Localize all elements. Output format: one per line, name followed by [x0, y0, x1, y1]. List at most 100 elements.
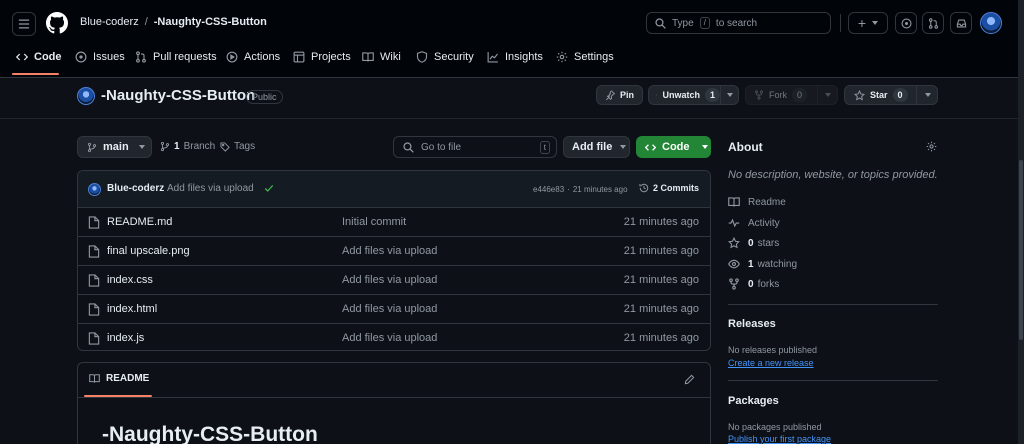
tab-label: Security — [434, 51, 474, 63]
file-name[interactable]: index.html — [107, 303, 157, 315]
branches-link[interactable]: 1 Branch — [160, 141, 215, 152]
tab-wiki[interactable]: Wiki — [362, 46, 401, 68]
file-commit-message[interactable]: Add files via upload — [342, 303, 437, 315]
table-row[interactable]: README.md Initial commit 21 minutes ago — [78, 208, 710, 237]
file-name[interactable]: index.js — [107, 332, 144, 344]
fork-count: 0 — [792, 88, 808, 102]
pin-icon — [605, 90, 615, 100]
readme-heading: -Naughty-CSS-Button — [102, 423, 318, 444]
activity-link-label: Activity — [748, 217, 780, 229]
repo-owner-avatar[interactable] — [77, 87, 95, 105]
go-to-file-shortcut: t — [539, 141, 550, 154]
inbox-button[interactable] — [950, 12, 972, 34]
releases-title[interactable]: Releases — [728, 318, 776, 330]
commit-age: 21 minutes ago — [572, 185, 628, 194]
create-release-link[interactable]: Create a new release — [728, 358, 814, 368]
branch-label: Branch — [183, 141, 216, 152]
fork-button[interactable]: Fork 0 — [745, 85, 838, 105]
fork-label: Fork — [769, 90, 787, 100]
file-name[interactable]: README.md — [107, 216, 172, 228]
tab-issues[interactable]: Issues — [75, 46, 125, 68]
commit-hash[interactable]: e446e83 — [533, 185, 564, 194]
go-to-file-placeholder: Go to file — [421, 141, 462, 153]
activity-link[interactable]: Activity — [728, 217, 780, 229]
table-row[interactable]: index.html Add files via upload 21 minut… — [78, 295, 710, 324]
search-placeholder-suffix: to search — [715, 17, 758, 29]
publish-package-link[interactable]: Publish your first package — [728, 434, 831, 444]
forks-link[interactable]: 0 forks — [728, 278, 779, 290]
commits-history-link[interactable]: 2 Commits — [639, 183, 699, 193]
commit-author-avatar[interactable] — [88, 183, 101, 196]
book-icon — [728, 197, 740, 207]
tab-projects[interactable]: Projects — [293, 46, 351, 68]
table-row[interactable]: final upscale.png Add files via upload 2… — [78, 237, 710, 266]
issues-shortcut-button[interactable] — [895, 12, 917, 34]
repo-forked-icon — [729, 278, 739, 290]
search-shortcut-key: / — [699, 17, 710, 29]
tab-settings[interactable]: Settings — [556, 46, 614, 68]
add-file-button[interactable]: Add file — [563, 136, 630, 158]
watching-link[interactable]: 1 watching — [728, 258, 797, 270]
stars-link[interactable]: 0 stars — [728, 237, 779, 249]
pencil-icon[interactable] — [684, 374, 695, 385]
create-new-button[interactable]: + — [848, 12, 888, 34]
file-age: 21 minutes ago — [623, 245, 699, 257]
code-button[interactable]: Code — [636, 136, 711, 158]
file-commit-message[interactable]: Initial commit — [342, 216, 406, 228]
go-to-file-input[interactable]: Go to file t — [393, 136, 557, 158]
page-scrollbar[interactable] — [1018, 0, 1024, 444]
tab-pull-requests[interactable]: Pull requests — [135, 46, 217, 68]
gear-icon[interactable] — [926, 141, 937, 152]
pull-request-icon — [136, 51, 146, 63]
scrollbar-thumb[interactable] — [1019, 160, 1023, 340]
user-avatar[interactable] — [980, 12, 1002, 34]
tab-label: Wiki — [380, 51, 401, 63]
repo-title[interactable]: -Naughty-CSS-Button — [101, 87, 255, 104]
branch-selector[interactable]: main — [77, 136, 152, 158]
readme-link[interactable]: Readme — [728, 196, 786, 208]
latest-commit-bar: Blue-coderz Add files via upload e446e83… — [78, 171, 710, 208]
eye-icon — [728, 259, 740, 269]
file-name[interactable]: index.css — [107, 274, 153, 286]
plus-icon: + — [857, 15, 867, 31]
file-name[interactable]: final upscale.png — [107, 245, 190, 257]
file-age: 21 minutes ago — [623, 303, 699, 315]
file-commit-message[interactable]: Add files via upload — [342, 274, 437, 286]
packages-title[interactable]: Packages — [728, 395, 779, 407]
pull-requests-shortcut-button[interactable] — [922, 12, 944, 34]
star-button[interactable]: Star 0 — [844, 85, 938, 105]
tags-link[interactable]: Tags — [220, 141, 255, 152]
tab-label: Insights — [505, 51, 543, 63]
repo-forked-icon — [754, 90, 764, 100]
search-input[interactable]: Type / to search — [646, 12, 831, 34]
tab-actions[interactable]: Actions — [226, 46, 280, 68]
breadcrumb-repo[interactable]: -Naughty-CSS-Button — [154, 16, 267, 28]
pin-button[interactable]: Pin — [596, 85, 643, 105]
triangle-down-icon — [138, 145, 145, 149]
commit-message[interactable]: Add files via upload — [167, 183, 254, 194]
header-divider — [840, 14, 841, 32]
tab-label: Pull requests — [153, 51, 217, 63]
tab-insights[interactable]: Insights — [487, 46, 543, 68]
breadcrumb-owner[interactable]: Blue-coderz — [80, 16, 139, 28]
file-commit-message[interactable]: Add files via upload — [342, 245, 437, 257]
readme-link-label: Readme — [748, 196, 786, 208]
git-branch-icon — [160, 141, 170, 152]
commit-author[interactable]: Blue-coderz — [107, 183, 164, 194]
code-icon — [16, 53, 28, 61]
table-row[interactable]: index.js Add files via upload 21 minutes… — [78, 324, 710, 350]
triangle-down-icon — [620, 145, 627, 149]
tab-security[interactable]: Security — [416, 46, 474, 68]
watch-button[interactable]: Unwatch 1 — [648, 85, 739, 105]
watching-count: 1 — [748, 258, 754, 270]
file-commit-message[interactable]: Add files via upload — [342, 332, 437, 344]
tab-code[interactable]: Code — [16, 46, 62, 68]
table-row[interactable]: index.css Add files via upload 21 minute… — [78, 266, 710, 295]
triangle-down-icon — [925, 93, 931, 97]
readme-tab[interactable]: README — [89, 373, 149, 384]
menu-button[interactable] — [12, 12, 36, 36]
file-icon — [88, 245, 100, 258]
github-logo-icon[interactable] — [46, 12, 68, 34]
forks-count: 0 — [748, 278, 754, 290]
packages-empty-text: No packages published — [728, 422, 822, 432]
